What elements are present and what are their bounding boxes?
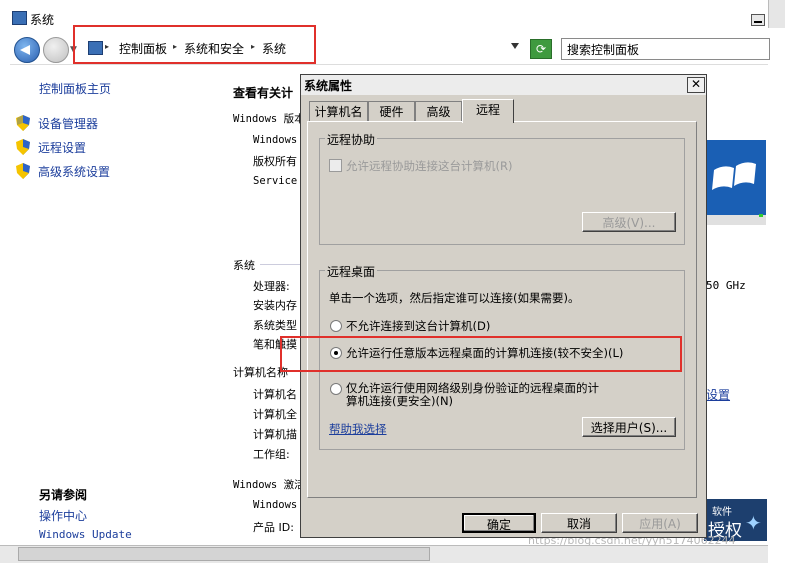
system-row-label: 系统类型 <box>253 319 297 332</box>
activation-row-label: 产品 ID: <box>253 521 294 534</box>
allow-assistance-label: 允许远程协助连接这台计算机(R) <box>346 159 513 173</box>
back-button[interactable] <box>14 37 40 63</box>
refresh-icon[interactable]: ⟳ <box>530 39 552 59</box>
divider <box>260 264 302 265</box>
radio-allow-nla-only[interactable] <box>330 383 342 395</box>
remote-assistance-legend: 远程协助 <box>325 131 378 148</box>
radio-disallow-connections[interactable] <box>330 320 342 332</box>
annotation-highlight-option <box>280 336 682 372</box>
vertical-scrollbar[interactable] <box>768 0 785 28</box>
address-dropdown-icon[interactable] <box>511 43 519 49</box>
search-placeholder: 搜索控制面板 <box>567 43 640 57</box>
select-users-button[interactable]: 选择用户(S)... <box>582 417 676 437</box>
edition-line: Service <box>253 175 298 187</box>
system-heading: 系统 <box>233 259 255 272</box>
allow-assistance-checkbox[interactable] <box>329 159 342 172</box>
radio-label[interactable]: 不允许连接到这台计算机(D) <box>346 318 490 334</box>
annotation-highlight-breadcrumb <box>73 25 316 64</box>
tab-hardware[interactable]: 硬件 <box>368 101 415 121</box>
computer-row-label: 工作组: <box>253 448 290 461</box>
page-title: 查看有关计 <box>233 86 294 100</box>
close-icon[interactable]: ✕ <box>687 77 705 93</box>
scrollbar-thumb[interactable] <box>18 547 430 561</box>
system-row-label: 处理器: <box>253 280 290 293</box>
remote-desktop-legend: 远程桌面 <box>325 263 378 280</box>
ok-button[interactable]: 确定 <box>462 513 536 533</box>
tab-remote[interactable]: 远程 <box>462 99 514 123</box>
sidebar-item-label: 高级系统设置 <box>38 165 111 179</box>
apply-button[interactable]: 应用(A) <box>622 513 698 533</box>
change-settings-link[interactable]: 设置 <box>706 386 730 403</box>
action-center-link[interactable]: 操作中心 <box>39 507 87 524</box>
cpu-speed-value: 50 GHz <box>706 279 746 292</box>
system-window-icon <box>12 11 27 25</box>
edition-heading: Windows 版本 <box>233 113 305 125</box>
star-icon: ✦ <box>745 511 762 535</box>
sidebar-item-label: 设备管理器 <box>38 117 99 131</box>
computer-row-label: 计算机全 <box>253 408 297 421</box>
cancel-button[interactable]: 取消 <box>541 513 617 533</box>
control-panel-home-link[interactable]: 控制面板主页 <box>39 80 111 97</box>
activation-row-label: Windows <box>253 499 298 511</box>
remote-desktop-instruction: 单击一个选项，然后指定谁可以连接(如果需要)。 <box>329 291 580 305</box>
shield-icon <box>16 115 30 131</box>
forward-button[interactable] <box>43 37 69 63</box>
edition-line: 版权所有 <box>253 155 297 168</box>
shield-icon <box>16 139 30 155</box>
tab-computer-name[interactable]: 计算机名 <box>309 101 368 121</box>
help-me-choose-link[interactable]: 帮助我选择 <box>329 421 387 437</box>
sidebar-item-label: 远程设置 <box>38 141 87 155</box>
activation-heading: Windows 激活 <box>233 479 305 491</box>
see-also-heading: 另请参阅 <box>39 488 88 502</box>
tab-advanced[interactable]: 高级 <box>415 101 462 121</box>
advanced-button[interactable]: 高级(V)... <box>582 212 676 232</box>
system-row-label: 安装内存 <box>253 299 297 312</box>
window-title: 系统 <box>30 13 55 27</box>
computer-row-label: 计算机描 <box>253 428 297 441</box>
minimize-button[interactable] <box>751 14 765 26</box>
computer-row-label: 计算机名 <box>253 388 297 401</box>
windows-logo-image <box>704 140 766 225</box>
shield-icon <box>16 163 30 179</box>
radio-label-continued[interactable]: 算机连接(更安全)(N) <box>346 393 453 409</box>
dialog-titlebar[interactable] <box>301 75 706 95</box>
windows-update-link[interactable]: Windows Update <box>39 528 132 541</box>
edition-line: Windows <box>253 134 298 146</box>
dialog-title: 系统属性 <box>304 79 353 93</box>
